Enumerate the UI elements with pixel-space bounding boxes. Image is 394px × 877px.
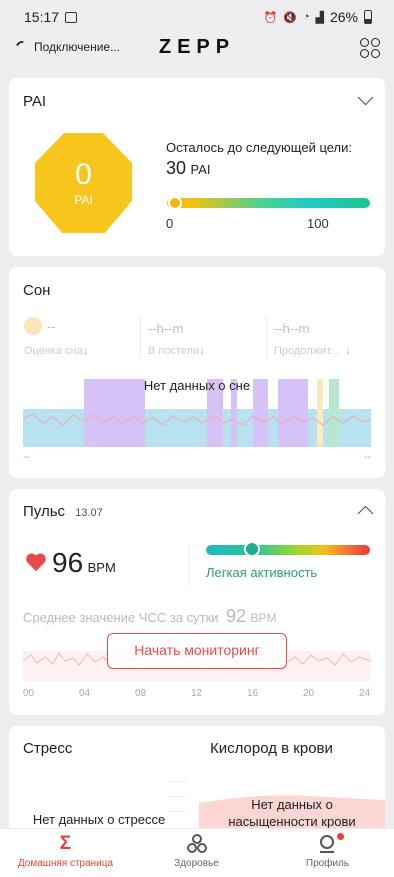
status-bar: 15:17 ⏰ 🔇 ◔ ▟ 26% (0, 0, 394, 34)
health-icon (131, 829, 262, 855)
profile-icon (262, 829, 393, 855)
notification-dot (337, 833, 344, 840)
pai-title: PAI (23, 93, 47, 110)
pulse-date: 13.07 (75, 507, 103, 519)
sleep-score-label: Оценка сна↓ (24, 345, 89, 357)
nav-health-label: Здоровье (174, 858, 219, 869)
sleep-no-data: Нет данных о сне (143, 378, 251, 393)
sleep-score-value: -- (47, 319, 56, 334)
status-time: 15:17 (24, 9, 60, 25)
pulse-average-label: Среднее значение ЧСС за сутки (23, 610, 219, 625)
sleep-inbed-label: В постели↓ (148, 345, 205, 357)
pulse-hour-label: 12 (191, 688, 203, 699)
arrow-down-icon: ↓ (345, 345, 351, 357)
pulse-hour-label: 04 (79, 688, 91, 699)
stress-card[interactable]: Стресс Нет данных о стрессе (9, 726, 199, 836)
nav-home[interactable]: Σ Домашняя страница (0, 829, 131, 869)
pulse-hour-label: 08 (135, 688, 147, 699)
pai-progress-knob (168, 196, 182, 210)
pulse-hour-label: 00 (23, 688, 35, 699)
signal-icon: ▟ (315, 11, 324, 24)
pulse-hour-label: 16 (247, 688, 259, 699)
pai-badge: 0 PAI (35, 133, 132, 233)
stress-no-data: Нет данных о стрессе (32, 812, 166, 827)
divider (189, 544, 190, 586)
sleep-inbed-value: --h--m (148, 321, 184, 336)
pai-remaining-unit: PAI (190, 162, 211, 177)
pulse-average-value: 92 (225, 606, 247, 626)
oxygen-card[interactable]: Кислород в крови Нет данных о насыщеннос… (199, 726, 385, 836)
sleep-face-icon (24, 317, 42, 335)
pulse-hour-axis: 00 04 08 12 16 20 24 (23, 688, 371, 702)
battery-percent: 26% (329, 9, 358, 25)
wifi-icon: ◔ (302, 11, 310, 23)
pai-remaining-label: Осталось до следующей цели: (166, 140, 352, 155)
chevron-up-icon[interactable] (357, 505, 374, 522)
nav-profile-label: Профиль (305, 858, 350, 869)
pai-remaining: 30 PAI (166, 158, 210, 179)
pai-progress-min: 0 (166, 216, 174, 231)
app-logo: ZEPP (158, 36, 236, 58)
nav-health[interactable]: Здоровье (131, 829, 262, 869)
gallery-notification-icon (65, 11, 78, 23)
sleep-card[interactable]: Сон -- Оценка сна↓ --h--m В постели↓ --h… (9, 267, 385, 478)
pulse-unit: BPM (87, 560, 116, 575)
arrow-down-icon: ↓ (199, 345, 205, 357)
sleep-duration-value: --h--m (274, 321, 310, 336)
heart-icon (26, 553, 46, 572)
pai-remaining-value: 30 (166, 158, 187, 178)
alarm-icon: ⏰ (263, 11, 278, 24)
start-monitoring-button[interactable]: Начать мониторинг (107, 633, 287, 669)
divider (266, 317, 267, 359)
chevron-down-icon[interactable] (357, 89, 374, 106)
sleep-axis-left: -- (23, 452, 30, 463)
pulse-zone-label: Легкая активность (206, 565, 318, 580)
pai-card[interactable]: PAI 0 PAI Осталось до следующей цели: 30… (9, 78, 385, 256)
sleep-duration-label: Продолжит... ↓ (274, 345, 351, 357)
widgets-grid-icon[interactable] (360, 38, 380, 58)
pai-value: 0 (75, 158, 92, 191)
divider (140, 317, 141, 359)
pai-progress-max: 100 (307, 216, 329, 231)
sleep-title: Сон (23, 282, 51, 299)
pulse-zone-knob (244, 541, 260, 557)
pulse-average-unit: BPM (250, 611, 277, 625)
bottom-navigation: Σ Домашняя страница Здоровье Профиль (0, 828, 394, 877)
stress-title: Стресс (23, 740, 73, 757)
pai-unit: PAI (74, 193, 93, 207)
sleep-axis-right: -- (364, 452, 371, 463)
mute-icon: 🔇 (283, 11, 297, 24)
nav-profile[interactable]: Профиль (262, 829, 393, 869)
pulse-value: 96 (52, 547, 84, 578)
oxygen-no-data: Нет данных о насыщенности крови (228, 797, 356, 829)
pulse-card[interactable]: Пульс 13.07 96 BPM Легкая активность Сре… (9, 489, 385, 715)
pulse-current: 96 BPM (52, 547, 116, 579)
top-bar: Подключение... ZEPP (0, 34, 394, 64)
pulse-zone-bar (206, 545, 370, 555)
pulse-title: Пульс 13.07 (23, 503, 103, 520)
pulse-hour-label: 24 (359, 688, 371, 699)
pulse-average: Среднее значение ЧСС за сутки 92 BPM (23, 606, 276, 627)
pai-progress-bar (167, 198, 370, 208)
oxygen-title: Кислород в крови (210, 740, 333, 757)
battery-icon (364, 10, 372, 24)
pulse-hour-label: 20 (303, 688, 315, 699)
sigma-icon: Σ (59, 833, 72, 854)
nav-home-label: Домашняя страница (17, 858, 114, 869)
arrow-down-icon: ↓ (82, 345, 89, 357)
